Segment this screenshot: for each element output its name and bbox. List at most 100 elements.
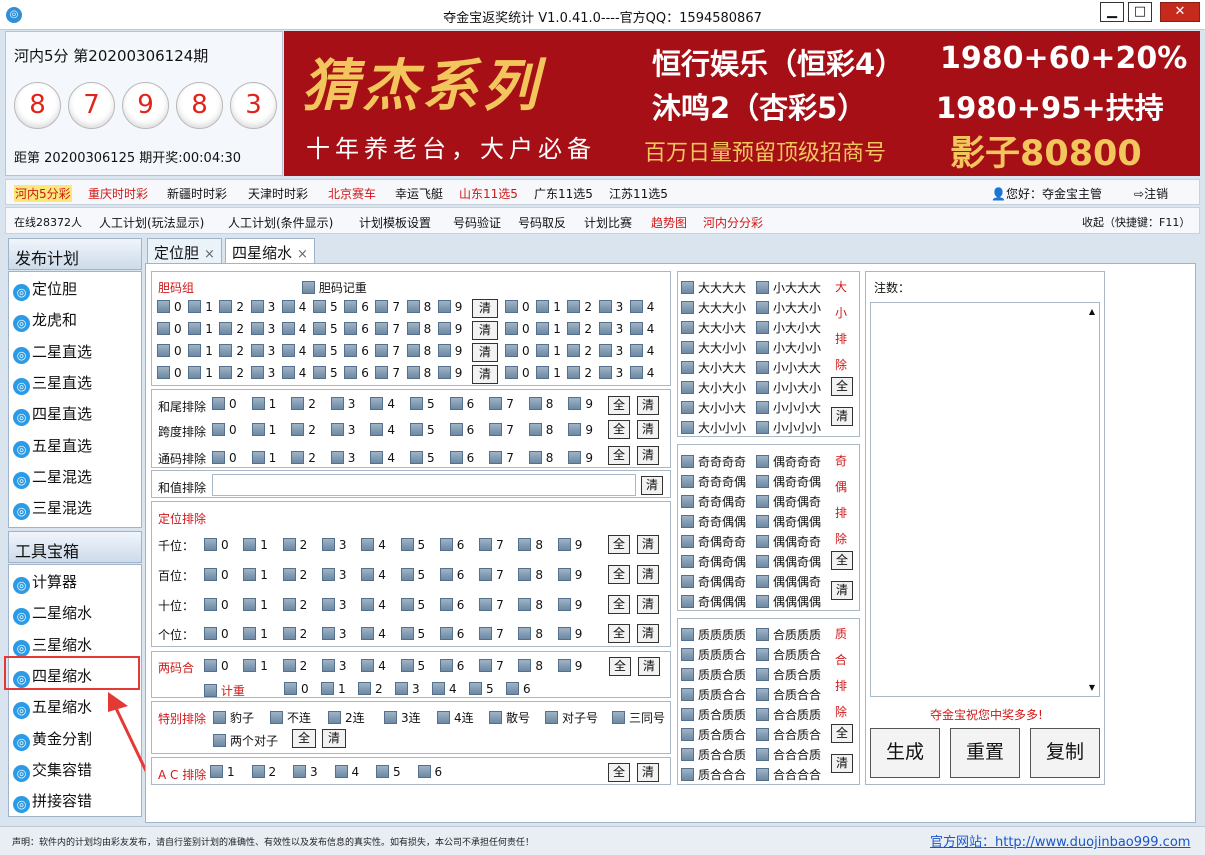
special-option[interactable]: 两个对子 [213, 732, 278, 749]
exclude-digit[interactable]: 6 [449, 397, 474, 411]
checkbox-box[interactable] [313, 300, 326, 313]
checkbox-box[interactable] [756, 555, 769, 568]
odd-even-option[interactable]: 偶偶偶奇 [756, 573, 821, 590]
big-small-option[interactable]: 大大大小 [681, 299, 746, 316]
position-digit[interactable]: 8 [518, 538, 543, 552]
checkbox-box[interactable] [282, 598, 296, 611]
checkbox-box[interactable] [681, 555, 694, 568]
exclude-digit[interactable]: 0 [212, 451, 237, 465]
checkbox-box[interactable] [545, 711, 558, 724]
checkbox-box[interactable] [449, 423, 463, 436]
checkbox-box[interactable] [681, 728, 694, 741]
two-code-digit[interactable]: 6 [439, 659, 464, 673]
checkbox-box[interactable] [282, 627, 296, 640]
checkbox-box[interactable] [157, 366, 170, 379]
checkbox-box[interactable] [212, 397, 225, 410]
checkbox-box[interactable] [400, 538, 414, 551]
checkbox-box[interactable] [321, 598, 335, 611]
copy-button[interactable]: 复制 [1030, 728, 1100, 778]
checkbox-box[interactable] [270, 711, 283, 724]
checkbox-box[interactable] [212, 451, 225, 464]
checkbox-box[interactable] [756, 495, 769, 508]
checkbox-box[interactable] [557, 598, 571, 611]
odd-even-option[interactable]: 奇奇偶奇 [681, 493, 746, 510]
prime-option[interactable]: 合质合合 [756, 686, 821, 703]
dan-digit[interactable]: 0 [157, 300, 182, 314]
dan-digit[interactable]: 3 [250, 366, 275, 380]
repeat-count-digit[interactable]: 1 [321, 682, 346, 696]
sum-exclude-input[interactable] [212, 474, 636, 496]
checkbox-box[interactable] [567, 300, 581, 313]
dan-extra-digit[interactable]: 4 [629, 322, 654, 336]
ac-digit[interactable]: 5 [376, 765, 401, 779]
checkbox-box[interactable] [536, 322, 550, 335]
all-button[interactable]: 全 [608, 396, 630, 415]
checkbox-box[interactable] [282, 538, 296, 551]
big-small-option[interactable]: 小小小大 [756, 399, 821, 416]
position-digit[interactable]: 7 [479, 568, 504, 582]
checkbox-box[interactable] [204, 538, 217, 551]
dan-digit[interactable]: 5 [313, 344, 338, 358]
sidebar-plan-5[interactable]: ◎ 五星直选 [11, 431, 137, 460]
checkbox-box[interactable] [384, 711, 397, 724]
all-button[interactable]: 全 [608, 763, 630, 782]
checkbox-box[interactable] [188, 344, 202, 357]
position-digit[interactable]: 9 [557, 627, 582, 641]
odd-even-clear-button[interactable]: 清 [831, 581, 853, 600]
dan-digit[interactable]: 6 [344, 344, 369, 358]
checkbox-box[interactable] [528, 451, 542, 464]
checkbox-box[interactable] [375, 322, 389, 335]
checkbox-box[interactable] [293, 765, 306, 778]
sidebar-tool-0[interactable]: ◎ 计算器 [11, 567, 137, 596]
checkbox-box[interactable] [219, 344, 233, 357]
prime-option[interactable]: 合质质合 [756, 646, 821, 663]
nav-lottery-8[interactable]: 江苏11选5 [609, 185, 668, 202]
checkbox-box[interactable] [400, 598, 414, 611]
special-all-button[interactable]: 全 [292, 729, 316, 748]
position-digit[interactable]: 9 [557, 538, 582, 552]
prime-option[interactable]: 质合质质 [681, 706, 746, 723]
checkbox-box[interactable] [395, 682, 408, 695]
checkbox-box[interactable] [557, 538, 571, 551]
repeat-count-digit[interactable]: 0 [284, 682, 309, 696]
exclude-digit[interactable]: 5 [410, 397, 435, 411]
checkbox-box[interactable] [756, 708, 769, 721]
checkbox-box[interactable] [505, 366, 518, 379]
checkbox-box[interactable] [681, 475, 694, 488]
ac-digit[interactable]: 6 [417, 765, 442, 779]
exclude-digit[interactable]: 0 [212, 397, 237, 411]
checkbox-box[interactable] [330, 451, 344, 464]
checkbox-box[interactable] [358, 682, 371, 695]
checkbox-box[interactable] [157, 300, 170, 313]
dan-clear-button[interactable]: 清 [472, 365, 498, 384]
checkbox-box[interactable] [489, 397, 503, 410]
dan-extra-digit[interactable]: 3 [598, 366, 623, 380]
special-option[interactable]: 对子号 [545, 709, 598, 726]
prime-option[interactable]: 合合合合 [756, 766, 821, 783]
special-option[interactable]: 3连 [384, 709, 421, 726]
exclude-digit[interactable]: 7 [489, 451, 514, 465]
exclude-digit[interactable]: 1 [251, 451, 276, 465]
nav-lottery-5[interactable]: 幸运飞艇 [395, 185, 443, 202]
clear-button[interactable]: 清 [637, 420, 659, 439]
position-digit[interactable]: 3 [321, 627, 347, 641]
position-digit[interactable]: 0 [204, 568, 229, 582]
odd-even-option[interactable]: 奇偶奇奇 [681, 533, 746, 550]
exclude-digit[interactable]: 2 [291, 423, 316, 437]
checkbox-box[interactable] [629, 344, 643, 357]
sum-clear-button[interactable]: 清 [641, 476, 663, 495]
tab-dingweidan[interactable]: 定位胆 × [147, 238, 222, 264]
checkbox-box[interactable] [291, 451, 305, 464]
all-button[interactable]: 全 [608, 420, 630, 439]
checkbox-box[interactable] [281, 322, 295, 335]
checkbox-box[interactable] [598, 300, 612, 313]
repeat-count-digit[interactable]: 5 [469, 682, 494, 696]
exclude-digit[interactable]: 7 [489, 397, 514, 411]
checkbox-box[interactable] [479, 598, 493, 611]
exclude-digit[interactable]: 9 [568, 451, 593, 465]
prime-clear-button[interactable]: 清 [831, 754, 853, 773]
nav-lottery-0[interactable]: 河内5分彩 [14, 185, 72, 202]
dan-digit[interactable]: 7 [375, 344, 400, 358]
prime-option[interactable]: 质质质合 [681, 646, 746, 663]
prime-all-button[interactable]: 全 [831, 724, 853, 743]
